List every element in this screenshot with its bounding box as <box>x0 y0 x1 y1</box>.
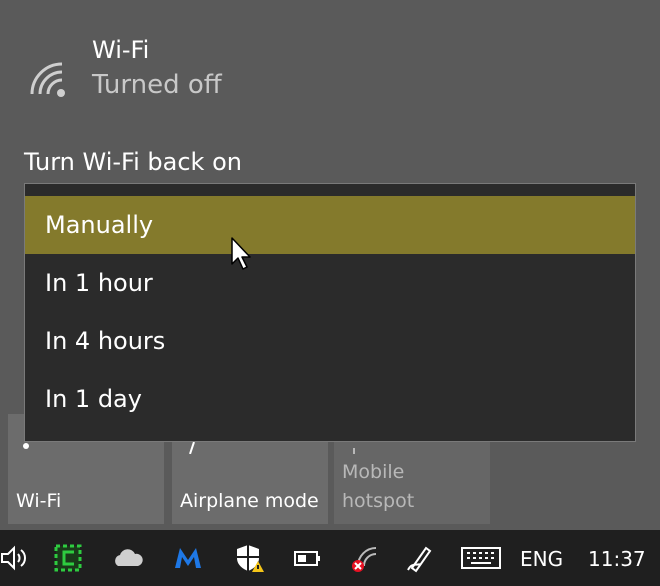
volume-icon[interactable] <box>0 542 32 574</box>
malwarebytes-icon[interactable] <box>172 542 204 574</box>
mouse-cursor-icon <box>231 237 251 270</box>
tile-hotspot-label: Mobile hotspot <box>342 458 414 516</box>
dropdown-option-1-hour[interactable]: In 1 hour <box>25 254 635 312</box>
language-indicator[interactable]: ENG <box>520 547 563 571</box>
wifi-header[interactable]: Wi-Fi Turned off <box>28 36 428 106</box>
turn-wifi-back-on-label: Turn Wi-Fi back on <box>24 148 242 176</box>
network-flyout: Wi-Fi Turned off Turn Wi-Fi back on Wi-F… <box>0 0 660 530</box>
tile-wifi-label: Wi-Fi <box>16 490 62 512</box>
tile-hotspot-label-line2: hotspot <box>342 490 415 512</box>
tile-hotspot-label-line1: Mobile <box>342 461 405 483</box>
wifi-status: Turned off <box>92 70 222 100</box>
tile-airplane-label: Airplane mode <box>180 490 319 512</box>
dropdown-option-4-hours[interactable]: In 4 hours <box>25 312 635 370</box>
taskbar: ENG 11:37 <box>0 530 660 586</box>
green-app-icon[interactable] <box>52 542 84 574</box>
wifi-icon <box>30 62 65 97</box>
dropdown-option-1-day[interactable]: In 1 day <box>25 370 635 428</box>
security-shield-icon[interactable] <box>232 542 264 574</box>
onedrive-icon[interactable] <box>112 542 144 574</box>
battery-icon[interactable] <box>292 542 324 574</box>
pen-icon[interactable] <box>404 542 436 574</box>
dropdown-top-padding <box>25 184 635 196</box>
clock[interactable]: 11:37 <box>588 547 646 571</box>
dropdown-option-manually[interactable]: Manually <box>25 196 635 254</box>
network-off-icon[interactable] <box>348 542 380 574</box>
touch-keyboard-icon[interactable] <box>460 542 502 574</box>
wifi-title: Wi-Fi <box>92 36 150 64</box>
turn-on-dropdown-list[interactable]: Manually In 1 hour In 4 hours In 1 day <box>24 183 636 442</box>
